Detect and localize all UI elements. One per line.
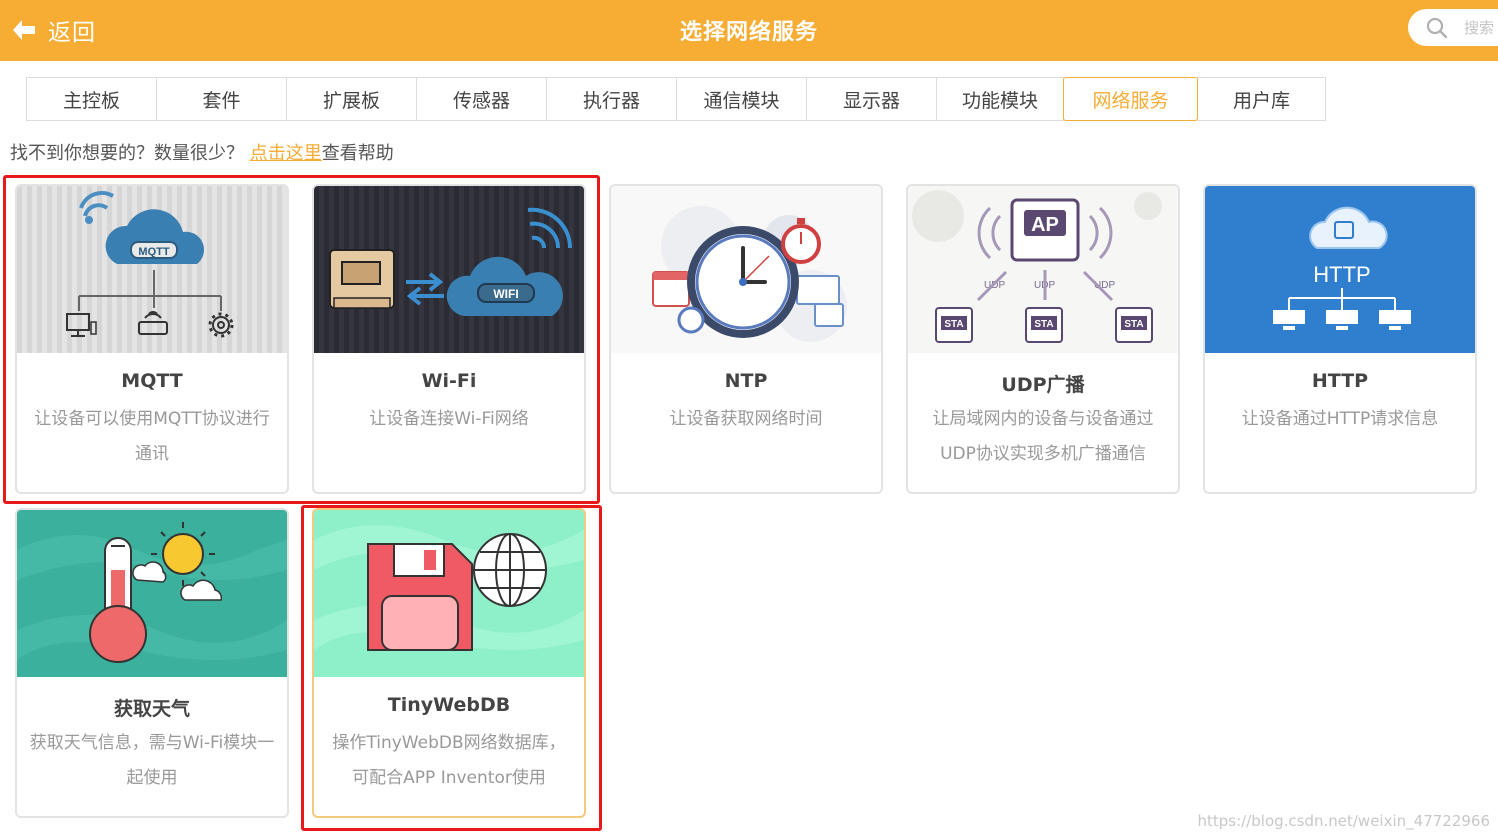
help-suffix: 查看帮助	[321, 143, 394, 164]
search-input[interactable]	[1462, 17, 1498, 38]
watermark: https://blog.csdn.net/weixin_47722966	[1197, 812, 1490, 830]
tab-expansion-board[interactable]: 扩展板	[286, 77, 417, 121]
tab-network-service[interactable]: 网络服务	[1063, 77, 1198, 121]
tab-function-module[interactable]: 功能模块	[936, 77, 1064, 121]
weather-thermometer-icon	[17, 510, 287, 677]
card-http[interactable]: HTTP HTTP 让设备通过HTTP请求信息	[1203, 184, 1477, 494]
tab-communication[interactable]: 通信模块	[676, 77, 807, 121]
card-description: 获取天气信息，需与Wi-Fi模块一起使用	[29, 733, 275, 788]
tab-sensor[interactable]: 传感器	[416, 77, 547, 121]
udp-broadcast-icon: AP UDP UDP UDP STA STA STA	[908, 186, 1178, 353]
svg-text:STA: STA	[1124, 319, 1143, 330]
help-text: 找不到你想要的？数量很少？ 点击这里查看帮助	[10, 139, 394, 165]
card-wifi[interactable]: WIFI Wi-Fi 让设备连接Wi-Fi网络	[312, 184, 586, 494]
help-link[interactable]: 点击这里	[250, 143, 322, 164]
card-mqtt[interactable]: MQTT MQTT 让设备可以使用MQTT协议进行通讯	[15, 184, 289, 494]
card-title: HTTP	[1311, 370, 1369, 392]
search-box[interactable]	[1408, 9, 1498, 46]
card-ntp[interactable]: NTP 让设备获取网络时间	[609, 184, 883, 494]
card-description: 让设备通过HTTP请求信息	[1241, 409, 1439, 429]
mqtt-cloud-icon: MQTT	[17, 186, 287, 353]
help-prefix: 找不到你想要的？数量很少？	[10, 143, 244, 164]
card-description: 让设备连接Wi-Fi网络	[369, 409, 529, 429]
svg-text:STA: STA	[944, 319, 963, 330]
card-description: 操作TinyWebDB网络数据库，可配合APP Inventor使用	[332, 733, 566, 788]
card-title: NTP	[724, 370, 768, 392]
svg-text:WIFI: WIFI	[493, 287, 518, 301]
card-title: MQTT	[121, 370, 183, 392]
card-tinywebdb[interactable]: TinyWebDB 操作TinyWebDB网络数据库，可配合APP Invent…	[312, 508, 586, 818]
card-title: TinyWebDB	[387, 694, 511, 716]
card-description: 让设备获取网络时间	[669, 409, 823, 429]
search-icon	[1426, 17, 1448, 38]
clock-icon	[611, 186, 881, 353]
card-title: UDP广播	[1001, 374, 1085, 396]
tab-user-library[interactable]: 用户库	[1197, 77, 1326, 121]
card-udp-broadcast[interactable]: AP UDP UDP UDP STA STA STA UDP广播 让局域网内的设…	[906, 184, 1180, 494]
svg-text:AP: AP	[1031, 214, 1059, 236]
card-weather[interactable]: 获取天气 获取天气信息，需与Wi-Fi模块一起使用	[15, 508, 289, 818]
category-tabs: 主控板 套件 扩展板 传感器 执行器 通信模块 显示器 功能模块 网络服务 用户…	[26, 77, 1326, 121]
svg-text:HTTP: HTTP	[1313, 262, 1370, 287]
wifi-cloud-icon: WIFI	[314, 186, 584, 353]
svg-text:MQTT: MQTT	[138, 246, 169, 258]
tab-main-board[interactable]: 主控板	[26, 77, 157, 121]
card-title: Wi-Fi	[421, 370, 477, 392]
card-title: 获取天气	[113, 698, 190, 720]
top-bar: 返回 选择网络服务	[0, 0, 1498, 61]
svg-text:STA: STA	[1034, 319, 1053, 330]
page-title: 选择网络服务	[679, 20, 818, 45]
tab-kit[interactable]: 套件	[156, 77, 287, 121]
database-floppy-icon	[314, 510, 584, 677]
card-description: 让设备可以使用MQTT协议进行通讯	[34, 409, 270, 464]
card-description: 让局域网内的设备与设备通过UDP协议实现多机广播通信	[932, 409, 1154, 464]
http-cloud-icon: HTTP	[1205, 186, 1475, 353]
tab-actuator[interactable]: 执行器	[546, 77, 677, 121]
tab-display[interactable]: 显示器	[806, 77, 937, 121]
